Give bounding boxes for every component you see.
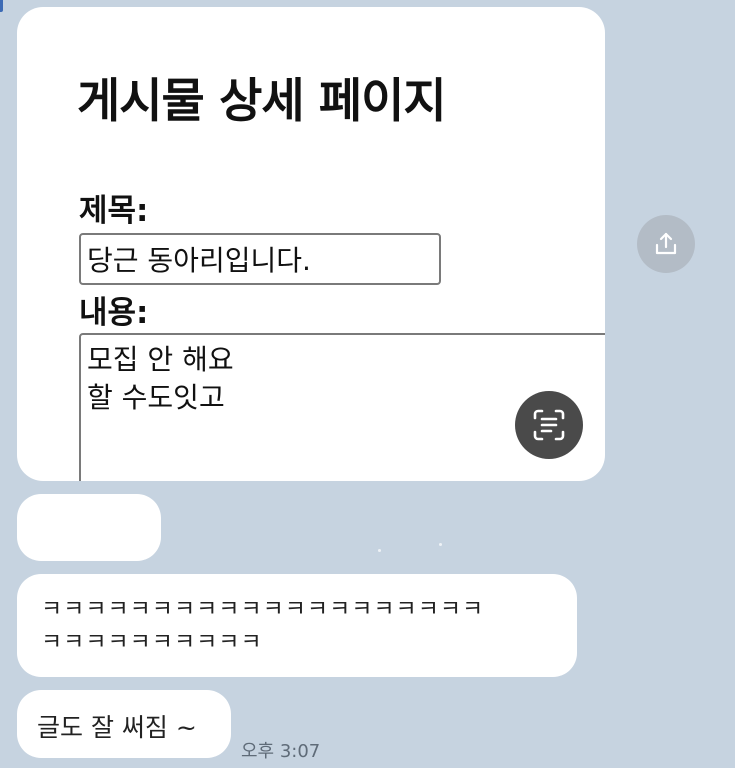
text-scan-button[interactable]: [515, 391, 583, 459]
image-message[interactable]: 게시물 상세 페이지 제목: 당근 동아리입니다. 내용: 모집 안 해요 할 …: [17, 7, 605, 481]
message-bubble[interactable]: ㅋㅋㅋㅋㅋㅋㅋㅋㅋㅋㅋㅋㅋㅋㅋㅋㅋㅋㅋㅋ ㅋㅋㅋㅋㅋㅋㅋㅋㅋㅋ: [17, 574, 577, 677]
edge-indicator: [0, 0, 3, 12]
message-line: ㅋㅋㅋㅋㅋㅋㅋㅋㅋㅋ: [41, 629, 263, 655]
image-title-field: 당근 동아리입니다.: [79, 233, 441, 285]
message-bubble[interactable]: 글도 잘 써짐 ~: [17, 690, 231, 758]
share-icon: [655, 232, 677, 255]
text-scan-icon: [533, 409, 565, 441]
image-page-title: 게시물 상세 페이지: [77, 74, 447, 129]
message-line: ㅋㅋㅋㅋㅋㅋㅋㅋㅋㅋㅋㅋㅋㅋㅋㅋㅋㅋㅋㅋ: [41, 596, 485, 622]
message-timestamp: 오후 3:07: [241, 741, 321, 762]
message-bubble-empty[interactable]: [17, 494, 161, 561]
image-content-label: 내용:: [79, 295, 149, 331]
share-button[interactable]: [637, 215, 695, 273]
image-title-label: 제목:: [79, 193, 149, 229]
background-dot: [439, 543, 442, 546]
background-dot: [378, 549, 381, 552]
image-content-line: 모집 안 해요: [87, 343, 234, 376]
